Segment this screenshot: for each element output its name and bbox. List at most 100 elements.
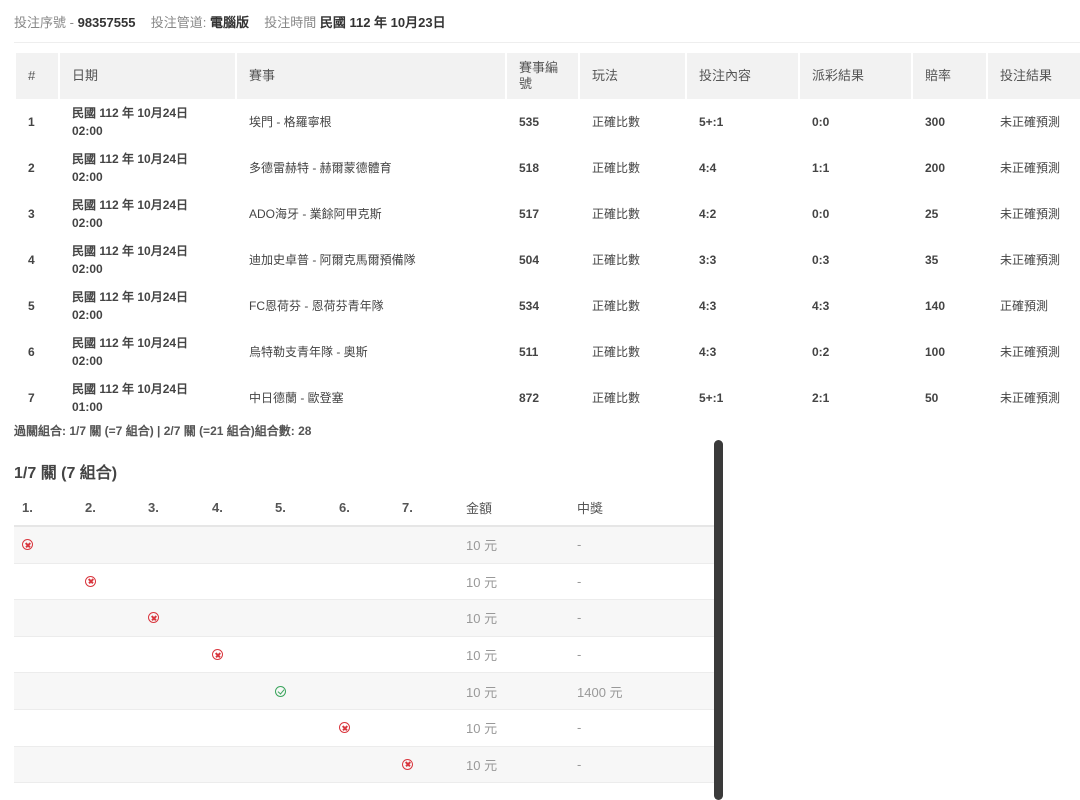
combo-amount: 10 元 bbox=[466, 574, 498, 590]
combo-amount: 10 元 bbox=[466, 684, 498, 700]
odds-value: 300 bbox=[925, 115, 946, 129]
col-header-match: 賽事 bbox=[237, 53, 507, 99]
match-date-time: 02:00 bbox=[72, 216, 103, 230]
time-value: 民國 112 年 10月23日 bbox=[319, 15, 446, 30]
match-date: 民國 112 年 10月24日 01:00 bbox=[60, 375, 237, 421]
serial-value: 98357555 bbox=[77, 15, 136, 30]
x-circle-icon bbox=[85, 575, 96, 587]
match-teams: 多德雷赫特 - 赫爾蒙德體育 bbox=[249, 161, 392, 175]
x-circle-icon bbox=[22, 539, 33, 551]
combo-col-1: 1. bbox=[22, 499, 33, 515]
match-date-day: 民國 112 年 10月24日 bbox=[72, 336, 189, 350]
match-id: 518 bbox=[519, 161, 540, 175]
match-id: 872 bbox=[519, 391, 540, 405]
matches-table: # 日期 賽事 賽事編號 玩法 投注內容 派彩結果 賠率 投注結果 1 民國 11… bbox=[16, 53, 1080, 421]
payout-result: 2:1 bbox=[812, 391, 830, 405]
combo-row: 10 元 - bbox=[14, 637, 718, 674]
play-type: 正確比數 bbox=[592, 161, 641, 175]
match-row: 3 民國 112 年 10月24日 02:00 ADO海牙 - 業餘阿甲克斯 517 正確… bbox=[16, 191, 1080, 237]
play-type: 正確比數 bbox=[592, 207, 641, 221]
row-number: 6 bbox=[28, 345, 35, 359]
odds-value: 200 bbox=[925, 161, 946, 175]
combo-prize: - bbox=[577, 720, 582, 736]
combo-status-cell bbox=[148, 600, 159, 636]
combo-summary: 過關組合: 1/7 關 (=7 組合) | 2/7 關 (=21 組合)組合數:… bbox=[14, 424, 312, 438]
combo-col-amount: 金額 bbox=[466, 500, 493, 516]
odds-value: 100 bbox=[925, 345, 946, 359]
match-date: 民國 112 年 10月24日 02:00 bbox=[60, 237, 237, 283]
combo-status-cell bbox=[275, 673, 286, 709]
combo-prize: 1400 元 bbox=[577, 684, 623, 700]
odds-value: 25 bbox=[925, 207, 939, 221]
combo-row: 10 元 - bbox=[14, 746, 718, 784]
combo-amount: 10 元 bbox=[466, 757, 498, 773]
bet-content: 4:3 bbox=[699, 299, 717, 313]
match-date-time: 02:00 bbox=[72, 308, 103, 322]
combo-col-prize: 中獎 bbox=[577, 500, 604, 516]
col-header-date: 日期 bbox=[60, 53, 237, 99]
play-type: 正確比數 bbox=[592, 391, 641, 405]
section-title: 1/7 關 (7 組合) bbox=[14, 465, 118, 482]
x-circle-icon bbox=[148, 612, 159, 624]
combo-status-cell bbox=[22, 527, 33, 563]
match-date-time: 01:00 bbox=[72, 400, 103, 414]
match-date: 民國 112 年 10月24日 02:00 bbox=[60, 329, 237, 375]
match-teams: FC恩荷芬 - 恩荷芬青年隊 bbox=[249, 299, 384, 313]
combo-prize: - bbox=[577, 537, 582, 553]
bet-content: 4:3 bbox=[699, 345, 717, 359]
payout-result: 0:0 bbox=[812, 207, 830, 221]
bet-outcome: 未正確預測 bbox=[1000, 207, 1061, 221]
match-date-time: 02:00 bbox=[72, 124, 103, 138]
bet-outcome: 未正確預測 bbox=[1000, 391, 1061, 405]
match-date-day: 民國 112 年 10月24日 bbox=[72, 106, 189, 120]
combo-col-2: 2. bbox=[85, 499, 96, 515]
match-row: 7 民國 112 年 10月24日 01:00 中日德蘭 - 歐登塞 872 正確比數 5+… bbox=[16, 375, 1080, 421]
combo-amount: 10 元 bbox=[466, 538, 498, 554]
combo-col-5: 5. bbox=[275, 499, 286, 515]
combo-col-4: 4. bbox=[212, 499, 223, 515]
match-date-day: 民國 112 年 10月24日 bbox=[72, 152, 189, 166]
match-row: 2 民國 112 年 10月24日 02:00 多德雷赫特 - 赫爾蒙德體育 518 正確… bbox=[16, 145, 1080, 191]
channel-label: 投注管道: bbox=[150, 15, 207, 30]
play-type: 正確比數 bbox=[592, 345, 641, 359]
check-circle-icon bbox=[275, 685, 286, 697]
vertical-scrollbar[interactable] bbox=[714, 440, 723, 800]
match-id: 504 bbox=[519, 253, 540, 267]
row-number: 3 bbox=[28, 207, 35, 221]
bet-info-bar: 投注序號 - 98357555 投注管道: 電腦版 投注時間 民國 112 年 … bbox=[14, 15, 446, 30]
x-circle-icon bbox=[212, 649, 223, 661]
combo-row: 10 元 - bbox=[14, 710, 718, 747]
combo-prize: - bbox=[577, 610, 582, 626]
channel-value: 電腦版 bbox=[209, 15, 249, 30]
col-header-bet: 投注內容 bbox=[687, 53, 800, 99]
match-id: 517 bbox=[519, 207, 540, 221]
combo-status-cell bbox=[85, 564, 96, 600]
x-circle-icon bbox=[402, 758, 413, 770]
bet-outcome: 未正確預測 bbox=[1000, 115, 1061, 129]
bet-content: 5+:1 bbox=[699, 391, 724, 405]
col-header-odds: 賠率 bbox=[913, 53, 988, 99]
row-number: 2 bbox=[28, 161, 35, 175]
combo-amount: 10 元 bbox=[466, 611, 498, 627]
odds-value: 50 bbox=[925, 391, 939, 405]
combo-amount: 10 元 bbox=[466, 648, 498, 664]
x-circle-icon bbox=[339, 722, 350, 734]
combo-row: 10 元 - bbox=[14, 527, 718, 564]
match-id: 535 bbox=[519, 115, 540, 129]
match-date-day: 民國 112 年 10月24日 bbox=[72, 382, 189, 396]
combo-amount: 10 元 bbox=[466, 721, 498, 737]
match-date-day: 民國 112 年 10月24日 bbox=[72, 198, 189, 212]
bet-content: 4:4 bbox=[699, 161, 717, 175]
play-type: 正確比數 bbox=[592, 115, 641, 129]
bet-outcome: 正確預測 bbox=[1000, 299, 1049, 313]
play-type: 正確比數 bbox=[592, 253, 641, 267]
match-date-time: 02:00 bbox=[72, 170, 103, 184]
combo-prize: - bbox=[577, 756, 582, 772]
match-id: 534 bbox=[519, 299, 540, 313]
col-header-no: # bbox=[16, 53, 60, 99]
payout-result: 1:1 bbox=[812, 161, 830, 175]
combo-prize: - bbox=[577, 647, 582, 663]
combo-row: 10 元 - bbox=[14, 564, 718, 601]
matches-header-row: # 日期 賽事 賽事編號 玩法 投注內容 派彩結果 賠率 投注結果 bbox=[16, 53, 1080, 99]
match-row: 4 民國 112 年 10月24日 02:00 迪加史卓普 - 阿爾克馬爾預備隊 504… bbox=[16, 237, 1080, 283]
